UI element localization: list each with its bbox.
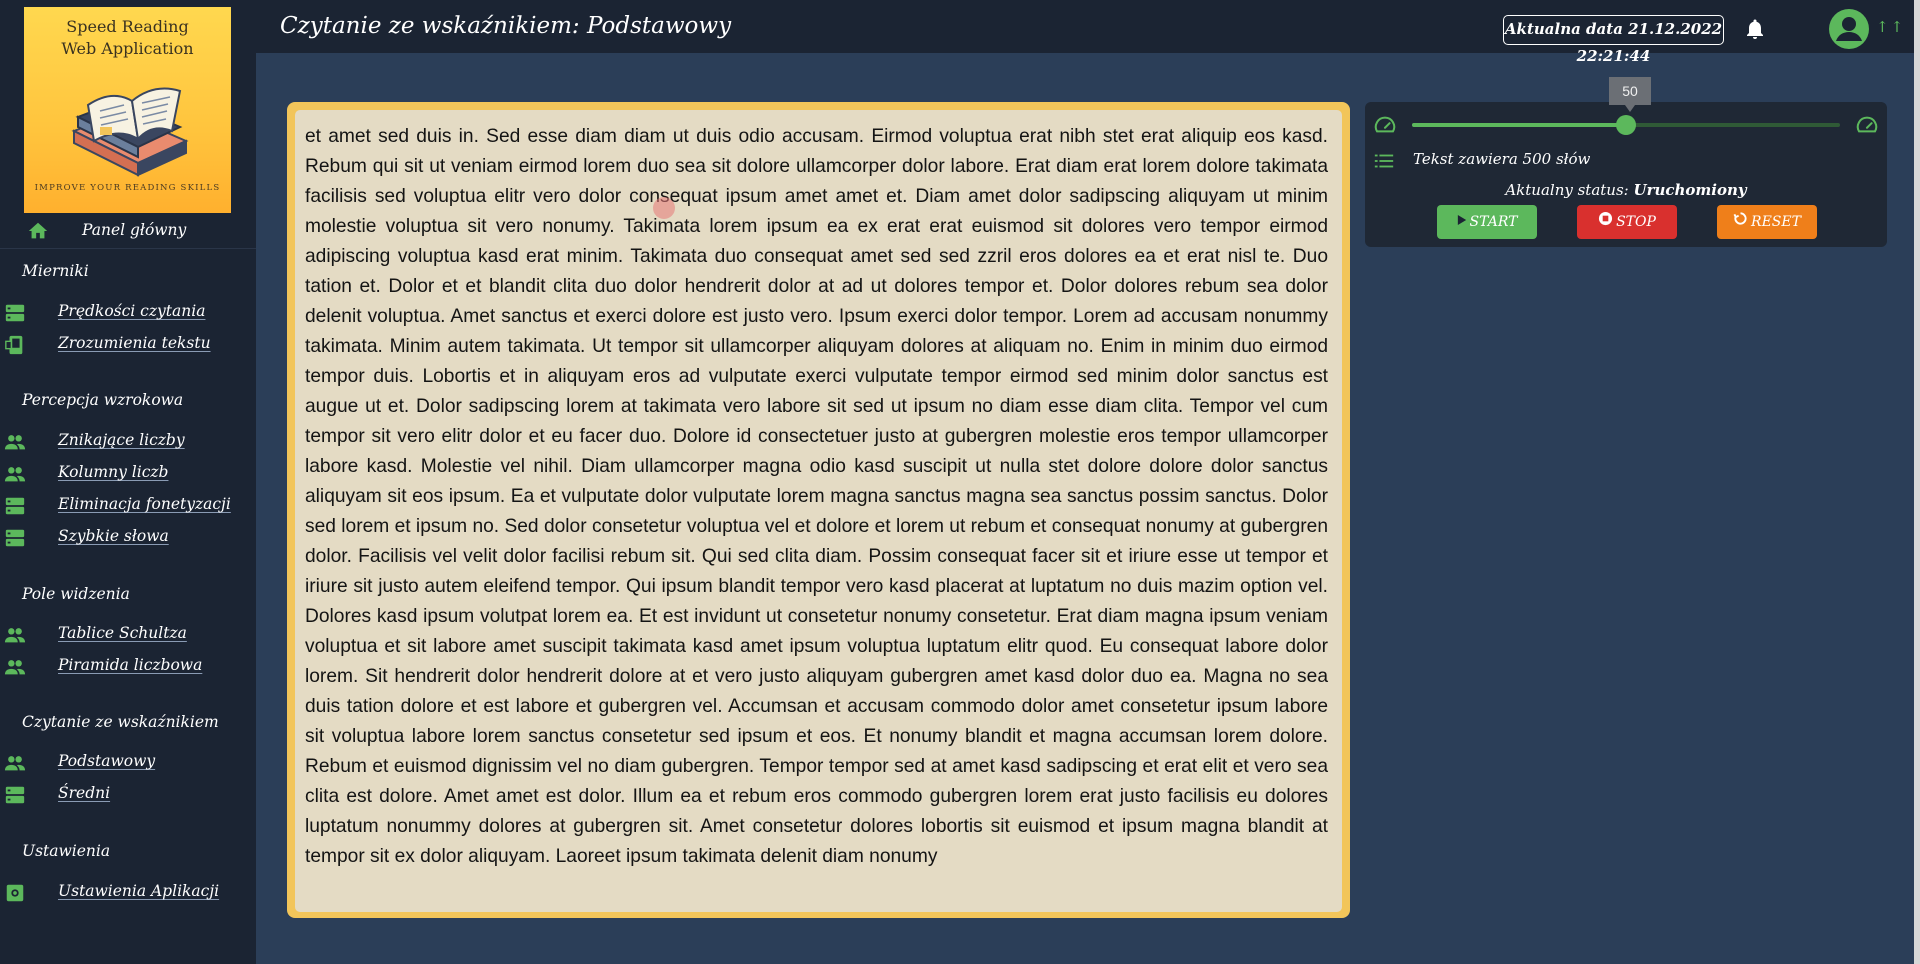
stop-icon [1598,205,1613,239]
sidebar-item-home[interactable]: Panel główny [0,213,256,249]
section-title-mierniki: Mierniki [22,262,89,280]
storage-icon [4,527,26,549]
people-icon [4,624,26,646]
logo-title: Speed Reading Web Application [24,16,231,60]
section-title-pole-widzenia: Pole widzenia [22,585,130,603]
people-icon [4,463,26,485]
sidebar-item-ustawienia-aplikacji[interactable]: Ustawienia Aplikacji [58,882,219,900]
section-title-czytanie-ze-wskaznikiem: Czytanie ze wskaźnikiem [22,713,219,731]
speed-fast-icon [1856,114,1878,136]
user-avatar-icon[interactable] [1829,9,1869,49]
storage-icon [4,495,26,517]
section-title-ustawienia: Ustawienia [22,842,111,860]
reading-pointer [653,197,675,219]
reset-icon [1733,205,1748,239]
sidebar-item-sredni[interactable]: Średni [58,784,110,802]
settings-icon [4,882,26,904]
list-icon [1373,150,1395,172]
open-book-illustration [71,87,189,177]
word-count-text: Tekst zawiera 500 słów [1413,150,1591,168]
sidebar-item-home-label: Panel główny [82,221,187,239]
status-value: Uruchomiony [1633,181,1747,199]
sidebar-item-szybkie-slowa[interactable]: Szybkie słowa [58,527,169,545]
current-date-badge: Aktualna data 21.12.2022 22:21:44 [1503,15,1724,65]
people-icon [4,431,26,453]
status-label: Aktualny status: [1505,181,1629,199]
storage-icon [4,784,26,806]
sidebar-item-piramida-liczbowa[interactable]: Piramida liczbowa [58,656,202,674]
reset-button[interactable]: RESET [1717,205,1817,239]
reading-text: et amet sed duis in. Sed esse diam diam … [305,126,1328,867]
start-button[interactable]: START [1437,205,1537,239]
status-line: Aktualny status: Uruchomiony [1365,181,1887,199]
user-menu-indicator[interactable]: ↑↑ [1876,18,1905,36]
reading-text-area: et amet sed duis in. Sed esse diam diam … [295,110,1342,912]
section-title-percepcja-wzrokowa: Percepcja wzrokowa [22,391,184,409]
stop-button-label: STOP [1616,214,1656,230]
people-icon [4,752,26,774]
sidebar-item-tablice-schultza[interactable]: Tablice Schultza [58,624,187,642]
reset-button-label: RESET [1751,214,1801,230]
top-bar: Czytanie ze wskaźnikiem: Podstawowy Aktu… [256,0,1920,65]
speed-slider-fill [1412,123,1626,127]
reading-card: et amet sed duis in. Sed esse diam diam … [287,102,1350,918]
sidebar-item-eliminacja-fonetyzacji[interactable]: Eliminacja fonetyzacji [58,495,231,513]
start-button-label: START [1469,214,1518,230]
speed-slider-thumb[interactable] [1616,115,1636,135]
logo-title-line1: Speed Reading [66,17,189,36]
stop-button[interactable]: STOP [1577,205,1677,239]
storage-icon [4,302,26,324]
people-icon [4,656,26,678]
sidebar-item-predkosci-czytania[interactable]: Prędkości czytania [58,302,205,320]
sidebar: Speed Reading Web Application IMPROVE YO… [0,0,256,964]
logo-tagline: IMPROVE YOUR READING SKILLS [34,183,221,193]
page-title: Czytanie ze wskaźnikiem: Podstawowy [280,13,732,39]
app-logo[interactable]: Speed Reading Web Application IMPROVE YO… [24,7,231,213]
speed-value-tooltip: 50 [1609,77,1651,112]
book-icon [4,334,26,356]
play-icon [1457,205,1467,239]
sidebar-item-zrozumienia-tekstu[interactable]: Zrozumienia tekstu [58,334,211,352]
logo-title-line2: Web Application [61,39,194,58]
sidebar-item-podstawowy[interactable]: Podstawowy [58,752,155,770]
speed-slow-icon [1374,114,1396,136]
notification-bell-icon[interactable] [1743,17,1767,41]
home-icon [27,220,49,242]
page-scrollbar[interactable] [1914,0,1920,964]
sidebar-item-znikajace-liczby[interactable]: Znikające liczby [58,431,185,449]
sidebar-item-kolumny-liczb[interactable]: Kolumny liczb [58,463,168,481]
